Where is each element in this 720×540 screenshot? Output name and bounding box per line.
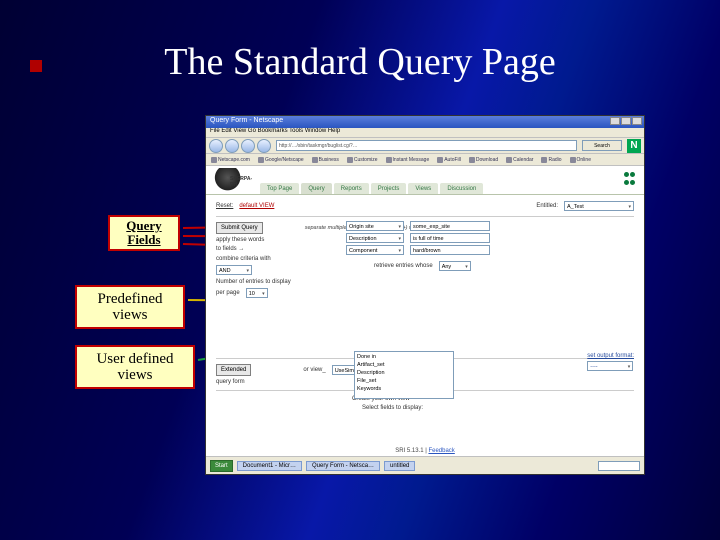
task-item[interactable]: Document1 - Micr… <box>237 461 302 471</box>
output-format-block: set output format: ---- <box>587 353 634 371</box>
list-item[interactable]: Done in <box>357 353 451 361</box>
bookmark-link[interactable]: Radio <box>541 157 561 163</box>
tab-views[interactable]: Views <box>408 183 438 194</box>
annotation-predefined-views: Predefined views <box>75 285 185 329</box>
combine-select[interactable]: AND <box>216 265 252 275</box>
tab-projects[interactable]: Projects <box>371 183 407 194</box>
bookmark-link[interactable]: AutoFill <box>437 157 461 163</box>
tab-discussion[interactable]: Discussion <box>440 183 483 194</box>
bookmark-icon <box>211 157 217 163</box>
sherpa-logo-icon <box>214 168 248 192</box>
annotation-query-fields: Query Fields <box>108 215 180 251</box>
field-select[interactable]: Origin site <box>346 221 404 231</box>
bookmark-link[interactable]: Customize <box>347 157 378 163</box>
output-format-label: set output format: <box>587 353 634 359</box>
bookmark-icon <box>258 157 264 163</box>
default-view-link[interactable]: default VIEW <box>239 203 274 209</box>
slide-title: The Standard Query Page <box>0 40 720 84</box>
annotation-user-defined-views: User defined views <box>75 345 195 389</box>
taskbar: Start Document1 - Micr… Query Form - Net… <box>206 456 644 474</box>
select-fields-label: Select fields to display: <box>362 405 423 411</box>
field-value-input[interactable]: some_exp_site <box>410 221 490 231</box>
page-footer: SRI 5.13.1 | Feedback <box>206 448 644 454</box>
url-input[interactable]: http://…/sbin/taskmgr/buglist.cgi?… <box>276 140 577 151</box>
query-tab-body: Reset: default VIEW Entitled: A_Test Sub… <box>206 194 644 456</box>
entitled-select[interactable]: A_Test <box>564 201 634 211</box>
list-item[interactable]: Keywords <box>357 385 451 393</box>
within-select[interactable]: Any <box>439 261 471 271</box>
search-button[interactable]: Search <box>582 140 622 151</box>
bookmark-link[interactable]: Download <box>469 157 498 163</box>
bookmark-link[interactable]: Instant Message <box>386 157 430 163</box>
perpage-label: per page <box>216 290 240 296</box>
combine-label: combine criteria with <box>216 256 271 262</box>
extended-button[interactable]: Extended <box>216 364 251 376</box>
browser-window: Query Form - Netscape File Edit View Go … <box>205 115 645 475</box>
list-item[interactable]: Artifact_set <box>357 361 451 369</box>
app-banner: Top Page Query Reports Projects Views Di… <box>206 166 644 194</box>
minimize-button[interactable] <box>610 117 620 125</box>
stop-button[interactable] <box>257 139 271 153</box>
bookmark-icon <box>347 157 353 163</box>
bookmark-link[interactable]: Business <box>312 157 339 163</box>
bookmark-link[interactable]: Google/Netscape <box>258 157 304 163</box>
bookmark-icon <box>386 157 392 163</box>
reload-button[interactable] <box>241 139 255 153</box>
to-fields-label: to fields → <box>216 246 266 252</box>
criteria-column: Origin site some_exp_site Description is… <box>346 221 490 273</box>
submit-query-button[interactable]: Submit Query <box>216 222 263 234</box>
menubar[interactable]: File Edit View Go Bookmarks Tools Window… <box>206 128 644 138</box>
forward-button[interactable] <box>225 139 239 153</box>
bookmark-icon <box>570 157 576 163</box>
query-form-label: query form <box>216 379 245 385</box>
list-item[interactable]: File_set <box>357 377 451 385</box>
close-button[interactable] <box>632 117 642 125</box>
bookmark-link[interactable]: Online <box>570 157 591 163</box>
field-select[interactable]: Description <box>346 233 404 243</box>
task-item[interactable]: Query Form - Netsca… <box>306 461 380 471</box>
netscape-logo-icon: N <box>627 139 641 153</box>
bookmark-icon <box>506 157 512 163</box>
nav-toolbar: http://…/sbin/taskmgr/buglist.cgi?… Sear… <box>206 138 644 154</box>
bookmark-icon <box>541 157 547 163</box>
bookmarks-toolbar: Netscape.com Google/Netscape Business Cu… <box>206 154 644 166</box>
field-value-input[interactable]: hard/brown <box>410 245 490 255</box>
system-tray <box>598 461 640 471</box>
window-title: Query Form - Netscape <box>210 117 283 124</box>
bookmark-icon <box>312 157 318 163</box>
titlebar: Query Form - Netscape <box>206 116 644 128</box>
feedback-link[interactable]: Feedback <box>428 448 454 454</box>
field-select[interactable]: Component <box>346 245 404 255</box>
bookmark-icon <box>469 157 475 163</box>
maximize-button[interactable] <box>621 117 631 125</box>
list-item[interactable]: Description <box>357 369 451 377</box>
perpage-select[interactable]: 10 <box>246 288 268 298</box>
bookmark-link[interactable]: Calendar <box>506 157 533 163</box>
field-value-input[interactable]: is full of time <box>410 233 490 243</box>
numlines-label: Number of entries to display <box>216 279 291 285</box>
output-format-select[interactable]: ---- <box>587 361 633 371</box>
page-content: Top Page Query Reports Projects Views Di… <box>206 166 644 456</box>
reset-label: Reset: <box>216 203 233 209</box>
back-button[interactable] <box>209 139 223 153</box>
task-item[interactable]: untitled <box>384 461 415 471</box>
clock <box>598 461 640 471</box>
tab-reports[interactable]: Reports <box>334 183 369 194</box>
fields-listbox[interactable]: Done in Artifact_set Description File_se… <box>354 351 454 399</box>
start-button[interactable]: Start <box>210 460 233 472</box>
tab-top-page[interactable]: Top Page <box>260 183 299 194</box>
bookmark-link[interactable]: Netscape.com <box>211 157 250 163</box>
entitled-label: Entitled: <box>536 203 558 209</box>
paw-icon <box>624 172 638 186</box>
tab-query[interactable]: Query <box>301 183 331 194</box>
within-label: retrieve entries whose <box>374 263 433 269</box>
or-view-label: or view_ <box>303 367 325 373</box>
apply-words-label: apply these words <box>216 237 264 243</box>
bookmark-icon <box>437 157 443 163</box>
